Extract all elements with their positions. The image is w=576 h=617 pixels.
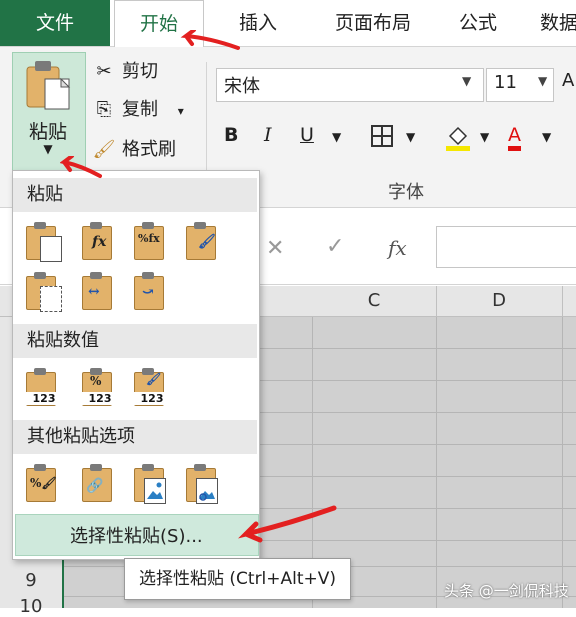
copy-dropdown-arrow[interactable]: ▾ (178, 104, 184, 118)
font-name-value: 宋体 (224, 76, 260, 97)
watermark-text: 头条 @一剑侃科技 (444, 582, 569, 600)
percent-formula-icon: %fx (138, 232, 160, 245)
paste-values-option[interactable]: 123 (22, 366, 64, 410)
copy-icon: ⎘ (96, 99, 112, 120)
font-color-letter: A (508, 124, 521, 151)
chevron-down-icon[interactable]: ▼ (538, 74, 547, 88)
paste-transpose-option[interactable]: ⤻ (130, 270, 172, 314)
paste-formulas-number-format-option[interactable]: %fx (130, 220, 172, 264)
clip-top (34, 222, 46, 229)
column-header-d[interactable]: D (436, 286, 563, 316)
no-borders-icon (40, 286, 62, 312)
paste-linked-picture-option[interactable] (182, 462, 224, 506)
percent-icon: % (90, 374, 102, 388)
red-arrow-icon (238, 505, 337, 543)
clip-top (34, 272, 46, 279)
values-123-label: 123 (80, 392, 120, 405)
font-color-button[interactable]: A (508, 124, 521, 151)
copy-label: 复制 (122, 99, 158, 120)
values-123-label: 123 (132, 392, 172, 405)
grid-line (436, 317, 437, 608)
copy-button[interactable]: ⎘ 复制 ▾ (92, 96, 184, 124)
column-header-c[interactable]: C (312, 286, 437, 316)
clip-top (90, 222, 102, 229)
paste-special-label[interactable]: 选择性粘贴(S)... (70, 522, 203, 548)
paste-link-option[interactable]: 🔗 (78, 462, 120, 506)
column-width-icon: ↔ (88, 284, 100, 300)
chevron-down-icon[interactable]: ▼ (542, 130, 551, 144)
chevron-down-icon[interactable]: ▼ (480, 130, 489, 144)
paste-default-option[interactable] (22, 220, 64, 264)
clip-top (194, 464, 206, 471)
clip-top (194, 222, 206, 229)
brush-icon: 🖌 (146, 372, 162, 386)
row-header-9[interactable]: 9 (0, 570, 62, 591)
clip-top (142, 222, 154, 229)
linked-picture-icon (196, 478, 218, 504)
cut-button[interactable]: ✂ 剪切 (92, 58, 158, 86)
chevron-down-icon[interactable]: ▼ (462, 74, 471, 88)
format-painter-label: 格式刷 (122, 139, 176, 160)
values-123-label: 123 (24, 392, 64, 405)
paste-no-borders-option[interactable] (22, 270, 64, 314)
picture-icon (144, 478, 166, 504)
chevron-down-icon[interactable]: ▼ (406, 130, 415, 144)
percent-brush-icon: %🖌 (30, 476, 57, 490)
menu-section-paste: 粘贴 (13, 178, 257, 212)
paste-values-source-formatting-option[interactable]: 🖌 123 (130, 366, 172, 410)
underline-button[interactable]: U (300, 124, 314, 146)
paste-label[interactable]: 粘贴 (12, 117, 84, 144)
link-icon: 🔗 (86, 478, 104, 494)
paste-formatting-option[interactable]: %🖌 (22, 462, 64, 506)
cancel-icon[interactable]: ✕ (266, 236, 284, 261)
transpose-icon: ⤻ (142, 284, 154, 300)
paste-dropdown-arrow[interactable]: ▼ (12, 142, 84, 156)
italic-button[interactable]: I (264, 124, 272, 146)
paste-formulas-option[interactable]: fx (78, 220, 120, 264)
tab-data[interactable]: 数据 (540, 0, 576, 46)
bold-button[interactable]: B (224, 124, 238, 146)
check-icon[interactable]: ✓ (326, 234, 344, 259)
border-icon[interactable] (370, 124, 394, 153)
paste-values-number-format-option[interactable]: % 123 (78, 366, 120, 410)
clip-top (34, 464, 46, 471)
paste-icon (26, 61, 71, 110)
format-painter-button[interactable]: 🖌 格式刷 (92, 136, 176, 164)
fill-color-icon[interactable] (444, 124, 472, 157)
grid-line (562, 317, 563, 608)
clip-top (90, 464, 102, 471)
insert-function-icon[interactable]: fx (388, 236, 407, 260)
clip-top (142, 272, 154, 279)
menu-section-other-paste-options: 其他粘贴选项 (13, 420, 257, 454)
red-arrow-icon (180, 30, 240, 50)
menu-section-paste-values: 粘贴数值 (13, 324, 257, 358)
row-header-10[interactable]: 10 (0, 596, 62, 617)
tab-page-layout[interactable]: 页面布局 (318, 0, 428, 46)
sheet-icon (40, 236, 62, 262)
clip-top (142, 464, 154, 471)
clip-top (90, 272, 102, 279)
tab-file[interactable]: 文件 (0, 0, 110, 46)
chevron-down-icon[interactable]: ▼ (332, 130, 341, 144)
paste-special-tooltip: 选择性粘贴 (Ctrl+Alt+V) (124, 558, 352, 600)
paste-picture-option[interactable] (130, 462, 172, 506)
font-size-value: 11 (494, 72, 517, 93)
font-group-label: 字体 (388, 182, 424, 203)
clip-top (34, 368, 46, 375)
red-arrow-icon (60, 156, 102, 178)
increase-font-icon[interactable]: A (562, 70, 574, 91)
formula-input[interactable] (436, 226, 576, 268)
paste-keep-column-widths-option[interactable]: ↔ (78, 270, 120, 314)
cut-label: 剪切 (122, 61, 158, 82)
paste-keep-source-formatting-option[interactable]: 🖌 (182, 220, 224, 264)
formula-icon: fx (92, 234, 107, 250)
tab-formulas[interactable]: 公式 (448, 0, 508, 46)
scissors-icon: ✂ (96, 61, 112, 82)
brush-icon: 🖌 (198, 234, 216, 250)
